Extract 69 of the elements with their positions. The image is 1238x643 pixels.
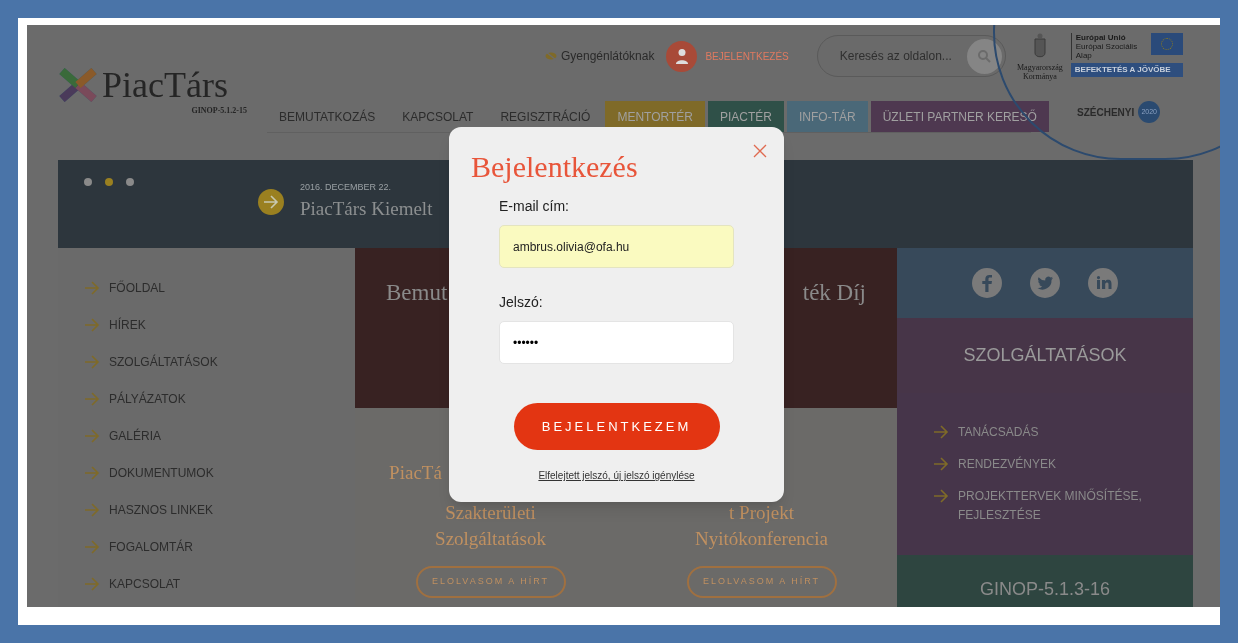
slide-date: 2016. DECEMBER 22. <box>300 181 393 194</box>
nav-tab[interactable]: BEMUTATKOZÁS <box>267 101 388 132</box>
close-button[interactable] <box>752 143 768 159</box>
facebook-icon[interactable] <box>972 268 1002 298</box>
arrow-icon <box>84 429 100 443</box>
government-label: Magyarország Kormánya <box>1017 63 1063 81</box>
eye-slash-icon <box>545 51 557 61</box>
accessibility-link[interactable]: Gyengénlátóknak <box>561 47 655 65</box>
ginop-title: GINOP-5.1.3-16 <box>979 577 1111 601</box>
news-title: PiacTá <box>389 461 442 485</box>
sidebar-link[interactable]: FŐOLDAL <box>109 279 165 297</box>
news-title: Szakterületi <box>445 501 536 525</box>
search-icon <box>977 49 992 63</box>
arrow-icon <box>84 281 100 295</box>
password-field[interactable]: •••••• <box>499 321 734 364</box>
user-icon <box>666 40 698 72</box>
dialog-title: Bejelentkezés <box>471 149 638 185</box>
arrow-icon <box>84 540 100 554</box>
sidebar-link[interactable]: HÍREK <box>109 316 146 334</box>
arrow-icon <box>933 489 949 503</box>
slide-title: PiacTárs Kiemelt <box>300 196 433 221</box>
news-title: Szolgáltatások <box>435 527 546 551</box>
services-link[interactable]: PROJEKTTERVEK MINŐSÍTÉSE, FEJLESZTÉSE <box>958 487 1153 525</box>
forgot-password-link[interactable]: Elfelejtett jelszó, új jelszó igénylése <box>538 468 695 483</box>
sidebar-link[interactable]: PÁLYÁZATOK <box>109 390 186 408</box>
search-input[interactable]: Keresés az oldalon... <box>839 47 967 65</box>
services-title: SZOLGÁLTATÁSOK <box>963 344 1127 367</box>
read-more-button[interactable]: ELOLVASOM A HÍRT <box>415 566 566 598</box>
feature-title: ték Díj <box>802 279 866 307</box>
sidebar-link[interactable]: HASZNOS LINKEK <box>109 501 214 519</box>
arrow-icon <box>84 577 100 591</box>
sidebar-link[interactable]: GALÉRIA <box>109 427 162 445</box>
logo-icon <box>58 65 98 105</box>
logo-code: GINOP-5.1.2-15 <box>190 105 248 117</box>
password-label: Jelszó: <box>499 293 543 312</box>
login-link[interactable]: BEJELENTKEZÉS <box>705 48 789 64</box>
arrow-icon <box>84 392 100 406</box>
read-more-button[interactable]: ELOLVASOM A HÍRT <box>686 566 837 598</box>
search-field[interactable]: Keresés az oldalon... <box>816 35 1006 77</box>
arrow-icon <box>84 355 100 369</box>
services-link[interactable]: TANÁCSADÁS <box>958 423 1039 442</box>
search-button[interactable] <box>966 38 1002 74</box>
sidebar-link[interactable]: KAPCSOLAT <box>109 575 181 593</box>
eu-flag-icon <box>1150 33 1183 55</box>
nav-tab[interactable]: ÜZLETI PARTNER KERESŐ <box>870 101 1049 132</box>
sidebar-link[interactable]: DOKUMENTUMOK <box>109 464 214 482</box>
arrow-icon <box>263 195 279 209</box>
nav-tab[interactable]: INFO-TÁR <box>786 101 868 132</box>
arrow-icon <box>84 318 100 332</box>
bird-icon[interactable] <box>1030 268 1060 298</box>
feature-title: Bemut <box>386 279 448 307</box>
linkedin-icon[interactable] <box>1088 268 1118 298</box>
sidebar-link[interactable]: SZOLGÁLTATÁSOK <box>109 353 218 371</box>
sidebar-link[interactable]: FOGALOMTÁR <box>109 538 193 556</box>
arrow-icon <box>933 425 949 439</box>
services-link[interactable]: RENDEZVÉNYEK <box>958 455 1057 474</box>
arrow-icon <box>84 466 100 480</box>
arrow-icon <box>84 503 100 517</box>
arrow-icon <box>933 457 949 471</box>
login-button[interactable]: BEJELENTKEZEM <box>513 403 720 450</box>
news-title: t Projekt <box>729 501 794 525</box>
eu-slogan: BEFEKTETÉS A JÖVŐBE <box>1070 63 1183 77</box>
email-label: E-mail cím: <box>499 197 569 216</box>
eu-label: Európai Unió Európai Szociális Alap <box>1070 33 1143 60</box>
nav-tab[interactable]: KAPCSOLAT <box>390 101 486 132</box>
szechenyi-label: SZÉCHENYI <box>1077 105 1135 120</box>
email-field[interactable]: ambrus.olivia@ofa.hu <box>499 225 734 268</box>
logo-name: PiacTárs <box>102 67 228 103</box>
news-title: Nyitókonferencia <box>695 527 828 551</box>
